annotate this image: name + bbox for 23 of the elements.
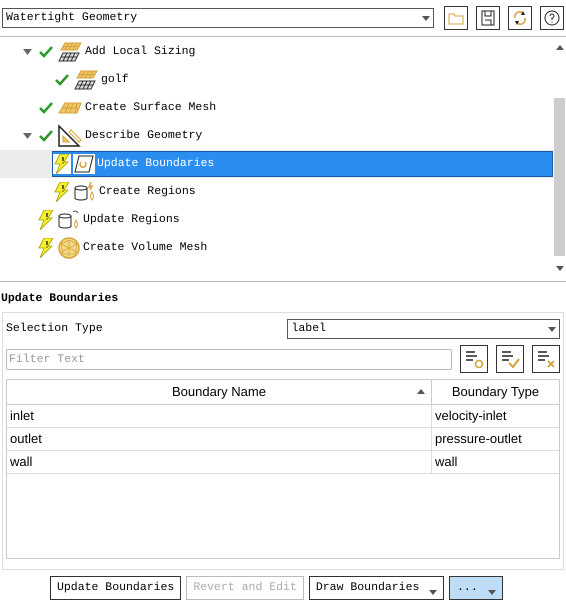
column-header[interactable]: Boundary Type [432, 380, 559, 404]
menu-button[interactable]: Draw Boundaries [308, 576, 444, 600]
panel-title: Update Boundaries [0, 292, 120, 306]
tree-item[interactable]: Add Local Sizing [36, 39, 204, 65]
menu-button[interactable]: ... [449, 576, 504, 600]
table-cell: wall [7, 451, 432, 473]
tree-item[interactable]: Create Surface Mesh [36, 95, 226, 121]
table-cell: inlet [7, 405, 432, 427]
table-cell-text: wall [434, 453, 458, 472]
column-header[interactable]: Boundary Name [7, 380, 432, 404]
tree-item[interactable]: Update Regions [36, 207, 189, 233]
tree-item[interactable]: Create Volume Mesh [36, 235, 216, 261]
filter-field[interactable]: Filter Text [6, 348, 452, 370]
selection-type-dropdown[interactable]: label [287, 319, 560, 339]
table-cell: outlet [7, 428, 432, 450]
table-cell-text: velocity-inlet [434, 407, 508, 426]
workflow-dropdown[interactable]: Watertight Geometry [2, 8, 434, 28]
tree-item[interactable]: golf [52, 67, 138, 93]
tree-item[interactable]: Describe Geometry [36, 123, 212, 149]
table-cell-text: pressure-outlet [434, 430, 523, 448]
tree-item[interactable]: Create Regions [52, 179, 205, 205]
field-label: Selection Type [6, 321, 104, 338]
action-button[interactable]: Update Boundaries [50, 576, 182, 600]
